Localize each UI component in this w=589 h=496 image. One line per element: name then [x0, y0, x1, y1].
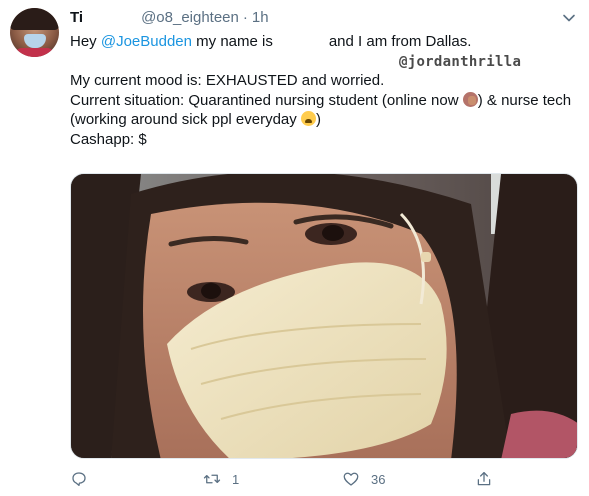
text-line-4: (working around sick ppl everyday ): [70, 110, 580, 130]
tweet-actions: 1 36: [70, 468, 578, 490]
photo-selfie-masked-woman: [71, 174, 577, 458]
text-segment: my name is: [191, 33, 273, 50]
avatar[interactable]: [10, 8, 59, 57]
retweet-count: 1: [232, 471, 240, 487]
tweet-photo[interactable]: [70, 173, 578, 459]
display-name[interactable]: Ti: [70, 9, 83, 26]
text-segment: ): [315, 111, 321, 128]
retweet-icon: [203, 474, 221, 484]
mention-link[interactable]: @JoeBudden: [101, 33, 192, 50]
text-segment: and I am from Dallas.: [328, 33, 472, 50]
share-button[interactable]: [475, 468, 493, 490]
share-icon: [477, 471, 491, 486]
like-button[interactable]: 36: [342, 468, 385, 490]
text-segment: Current situation: Quarantined nursing s…: [70, 91, 463, 109]
woman-facepalming-emoji-icon: [462, 91, 478, 107]
text-segment: ) & nurse tech: [477, 91, 572, 109]
watermark-text: @jordanthrilla: [399, 54, 522, 70]
handle[interactable]: @o8_eighteen: [141, 9, 239, 26]
text-segment: Hey: [70, 33, 101, 50]
hashtag-link[interactable]: [70, 149, 580, 169]
avatar-mask: [24, 34, 46, 48]
reply-button[interactable]: [70, 468, 99, 490]
tweet-text: Hey @JoeBudden my name is and I am from D…: [70, 32, 580, 169]
text-line-1: Hey @JoeBudden my name is and I am from D…: [70, 32, 580, 52]
text-segment: (working around sick ppl everyday: [70, 111, 301, 128]
text-line-5: Cashapp: $: [70, 130, 147, 148]
heart-icon: [343, 472, 359, 486]
reply-icon: [72, 472, 86, 487]
avatar-shirt: [14, 48, 55, 57]
weary-face-emoji-icon: [300, 111, 316, 126]
tweet-card[interactable]: Ti @o8_eighteen · 1h Hey @JoeBudden my name…: [0, 0, 589, 496]
retweet-button[interactable]: 1: [203, 468, 239, 490]
like-count: 36: [371, 471, 386, 487]
text-line-3: Current situation: Quarantined nursing s…: [70, 91, 580, 111]
separator-dot: ·: [242, 9, 248, 26]
chevron-down-icon[interactable]: [562, 11, 576, 25]
text-line-2: My current mood is: EXHAUSTED and worrie…: [70, 72, 385, 89]
timestamp[interactable]: 1h: [252, 9, 269, 26]
avatar-hair: [10, 8, 59, 30]
tweet-header: Ti @o8_eighteen · 1h: [70, 9, 269, 29]
